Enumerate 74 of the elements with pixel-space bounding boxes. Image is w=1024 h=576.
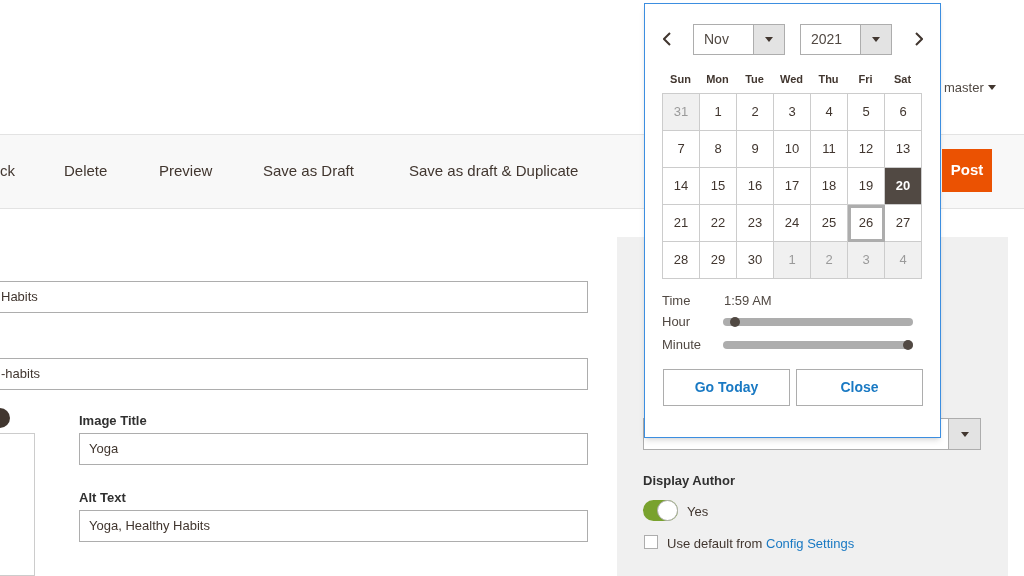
toolbar-button[interactable]: Save as draft & Duplicate	[409, 160, 579, 183]
calendar-day[interactable]: 9	[737, 131, 774, 168]
caret-icon	[987, 85, 996, 91]
calendar-day[interactable]: 15	[700, 168, 737, 205]
caret-icon	[872, 36, 880, 42]
field-label: Display Author	[643, 472, 735, 490]
config-settings-link[interactable]: Config Settings	[766, 536, 855, 551]
calendar-day[interactable]: 21	[663, 205, 700, 242]
caret-icon	[960, 431, 969, 437]
weekday-label: Wed	[779, 72, 804, 87]
previous-month-icon[interactable]	[663, 32, 672, 46]
slider-label: Minute	[662, 336, 703, 355]
slider-track[interactable]	[723, 318, 913, 326]
datepicker-button[interactable]: Go Today	[663, 368, 790, 406]
time-value: 1:59 AM	[724, 292, 772, 310]
toolbar-button[interactable]: ck	[0, 160, 15, 183]
slider-track[interactable]	[723, 341, 913, 349]
calendar-day[interactable]: 22	[700, 205, 737, 242]
calendar-day[interactable]: 2	[737, 94, 774, 131]
calendar-day[interactable]: 12	[848, 131, 885, 168]
weekday-label: Thu	[817, 72, 840, 87]
calendar-day[interactable]: 29	[700, 242, 737, 279]
toolbar-button[interactable]: Delete	[64, 160, 108, 183]
calendar-day[interactable]: 23	[737, 205, 774, 242]
weekday-label: Mon	[705, 72, 730, 87]
weekday-label: Sat	[892, 72, 913, 87]
slider-label: Hour	[662, 313, 692, 332]
calendar-day[interactable]: 14	[663, 168, 700, 205]
calendar-day[interactable]: 30	[737, 242, 774, 279]
datepicker-button[interactable]: Close	[796, 368, 923, 406]
text-field[interactable]: Yoga, Healthy Habits	[79, 510, 588, 542]
calendar-day[interactable]: 10	[774, 131, 811, 168]
weekday-label: Tue	[744, 72, 765, 87]
text-field[interactable]: Yoga	[79, 433, 588, 465]
slider-thumb[interactable]	[903, 340, 913, 350]
calendar-day[interactable]: 6	[885, 94, 922, 131]
toolbar-button[interactable]: Preview	[159, 160, 213, 183]
slider-thumb[interactable]	[730, 317, 741, 327]
next-month-icon[interactable]	[914, 32, 923, 46]
user-name[interactable]: master	[944, 78, 984, 98]
calendar-day[interactable]: 4	[811, 94, 848, 131]
calendar-day[interactable]: 13	[885, 131, 922, 168]
calendar-day[interactable]: 18	[811, 168, 848, 205]
year-select[interactable]: 2021	[800, 23, 892, 55]
weekday-label: Fri	[857, 72, 874, 87]
calendar-day[interactable]: 24	[774, 205, 811, 242]
time-label: Time	[662, 292, 692, 310]
toggle-label: Yes	[687, 503, 709, 521]
checkbox[interactable]	[644, 535, 658, 549]
calendar-day[interactable]: 17	[774, 168, 811, 205]
checkbox-label: Use default from Config Settings	[667, 535, 855, 553]
toggle-switch[interactable]	[643, 500, 678, 521]
field-label: Image Title	[79, 412, 147, 430]
calendar-day[interactable]: 3	[774, 94, 811, 131]
calendar-day[interactable]: 16	[737, 168, 774, 205]
calendar-day[interactable]: 19	[848, 168, 885, 205]
caret-icon	[765, 36, 773, 42]
post-button[interactable]: Post	[942, 149, 992, 192]
toolbar-button[interactable]: Save as Draft	[263, 160, 354, 183]
calendar-day[interactable]: 11	[811, 131, 848, 168]
text-field[interactable]: -habits	[0, 358, 588, 390]
calendar-day[interactable]: 27	[885, 205, 922, 242]
weekday-label: Sun	[669, 72, 692, 87]
calendar-day[interactable]: 8	[700, 131, 737, 168]
text-field[interactable]: Habits	[0, 281, 588, 313]
calendar-day[interactable]: 26	[848, 205, 885, 242]
calendar-day[interactable]: 20	[885, 168, 922, 205]
month-select[interactable]: Nov	[693, 23, 785, 55]
calendar-day[interactable]: 7	[663, 131, 700, 168]
calendar-day[interactable]: 28	[663, 242, 700, 279]
calendar-day[interactable]: 1	[700, 94, 737, 131]
calendar-day[interactable]: 25	[811, 205, 848, 242]
field-label: Alt Text	[79, 489, 126, 507]
calendar-day[interactable]: 5	[848, 94, 885, 131]
